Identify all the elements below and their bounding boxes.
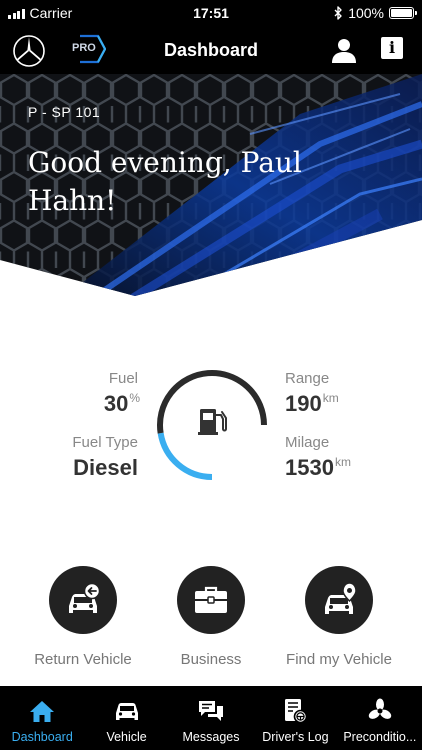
tab-dashboard-label: Dashboard	[11, 730, 73, 744]
tab-dashboard[interactable]: Dashboard	[0, 686, 84, 750]
messages-icon	[199, 701, 224, 721]
battery-icon	[389, 7, 417, 19]
milage-value-row: 1530km	[285, 455, 351, 481]
tab-bar: Dashboard Vehicle Messages Driver's Log …	[0, 686, 422, 750]
range-unit: km	[322, 391, 339, 405]
business-button[interactable]	[177, 566, 245, 634]
status-bar: Carrier 17:51 100%	[0, 0, 422, 28]
business-action[interactable]: Business	[146, 566, 276, 668]
tab-messages-label: Messages	[182, 730, 240, 744]
milage-value: 1530	[285, 455, 334, 480]
bluetooth-icon	[334, 6, 342, 20]
hero-banner: P - SP 101 Good evening, Paul Hahn!	[0, 74, 422, 300]
fuel-type-label: Fuel Type	[72, 434, 138, 451]
nav-bar: PRO Dashboard i	[0, 28, 422, 74]
car-location-icon	[325, 582, 357, 614]
fuel-pump-icon	[198, 409, 227, 435]
fuel-gauge-fill	[157, 432, 213, 480]
find-vehicle-button[interactable]	[305, 566, 373, 634]
business-label: Business	[180, 651, 242, 668]
fan-icon	[368, 698, 392, 719]
info-icon[interactable]: i	[381, 37, 403, 59]
range-value-row: 190km	[285, 391, 339, 417]
fuel-unit: %	[129, 391, 140, 405]
battery-percent: 100%	[348, 5, 384, 21]
return-vehicle-action[interactable]: Return Vehicle	[18, 566, 148, 668]
find-vehicle-action[interactable]: Find my Vehicle	[274, 566, 404, 668]
tab-drivers-log-label: Driver's Log	[262, 730, 329, 744]
briefcase-icon	[195, 586, 227, 613]
milage-label: Milage	[285, 434, 330, 451]
return-vehicle-label: Return Vehicle	[34, 651, 132, 668]
profile-icon[interactable]	[330, 36, 358, 64]
fuel-value: 30	[103, 391, 129, 416]
fuel-value-row: 30%	[40, 391, 140, 417]
tab-vehicle-label: Vehicle	[106, 730, 147, 744]
tab-drivers-log[interactable]: Driver's Log	[253, 686, 337, 750]
page-title: Dashboard	[163, 40, 259, 60]
logbook-icon	[285, 699, 308, 724]
status-right: 100%	[334, 5, 417, 21]
tab-preconditioning-label: Preconditio...	[343, 730, 417, 744]
fuel-gauge	[157, 370, 267, 480]
tab-preconditioning[interactable]: Preconditio...	[338, 686, 422, 750]
return-car-icon	[69, 582, 101, 613]
tab-messages[interactable]: Messages	[169, 686, 253, 750]
license-plate: P - SP 101	[28, 104, 101, 120]
tab-vehicle[interactable]: Vehicle	[84, 686, 168, 750]
return-vehicle-button[interactable]	[49, 566, 117, 634]
fuel-type-value: Diesel	[73, 455, 138, 480]
find-vehicle-label: Find my Vehicle	[286, 651, 392, 668]
fuel-label: Fuel	[108, 370, 138, 387]
range-value: 190	[285, 391, 322, 416]
greeting-text: Good evening, Paul Hahn!	[28, 146, 302, 217]
range-label: Range	[285, 370, 330, 387]
car-icon	[115, 703, 138, 720]
milage-unit: km	[334, 455, 351, 469]
home-icon	[30, 701, 55, 722]
